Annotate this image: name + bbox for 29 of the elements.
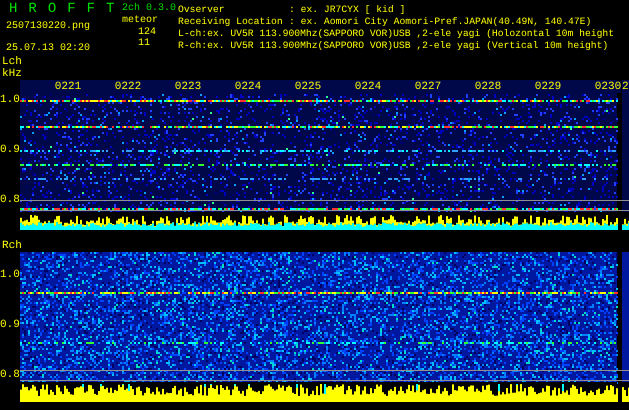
time-label: 0230 xyxy=(594,81,622,93)
title-letter: R xyxy=(28,2,37,17)
date-time: 25.07.13 02:20 xyxy=(6,43,92,55)
frequency-label: 0.9 xyxy=(0,144,20,156)
title-letter: O xyxy=(48,2,56,17)
frequency-label: 1.0 xyxy=(0,94,20,106)
file-name: 2507130220.png xyxy=(6,21,92,33)
title-letter: F xyxy=(86,2,96,17)
meteor-count: 124 xyxy=(137,27,156,38)
channel-label: Rch xyxy=(2,240,22,252)
info-value: : ex. Aomori City Aomori-Pref.JAPAN(40.49N, 140.47E) xyxy=(289,16,592,28)
title-letter: H xyxy=(9,2,18,17)
frequency-label: 0.8 xyxy=(0,369,20,381)
channel-info: R-ch:ex. UV5R 113.900Mhz(SAPPORO VOR)USB ,2-ele yagi (Vertical 10m height) xyxy=(178,40,610,52)
info-value: : ex. JR7CYX [ kid ] xyxy=(289,4,406,16)
unit-label: kHz xyxy=(2,68,23,80)
frequency-label: 1.0 xyxy=(0,269,20,281)
frequency-label: 0.9 xyxy=(0,319,20,331)
channel-info: L-ch:ex. UV5R 113.900Mhz(SAPPORO VOR)USB ,2-ele yagi (Holozontal 10m height xyxy=(178,28,614,40)
title-letter: T xyxy=(106,2,114,17)
channel-label: Lch xyxy=(2,56,23,68)
frequency-label: 0.8 xyxy=(0,194,20,206)
title-letter: F xyxy=(67,2,76,17)
meteor-count: 11 xyxy=(137,38,150,49)
time-label: 2 xyxy=(622,81,629,93)
meteor-label: meteor xyxy=(122,15,158,27)
version-label: 2ch 0.3.0 xyxy=(122,2,176,15)
info-label: Receiving Location xyxy=(178,16,284,28)
info-label: Ovserver xyxy=(178,4,226,16)
